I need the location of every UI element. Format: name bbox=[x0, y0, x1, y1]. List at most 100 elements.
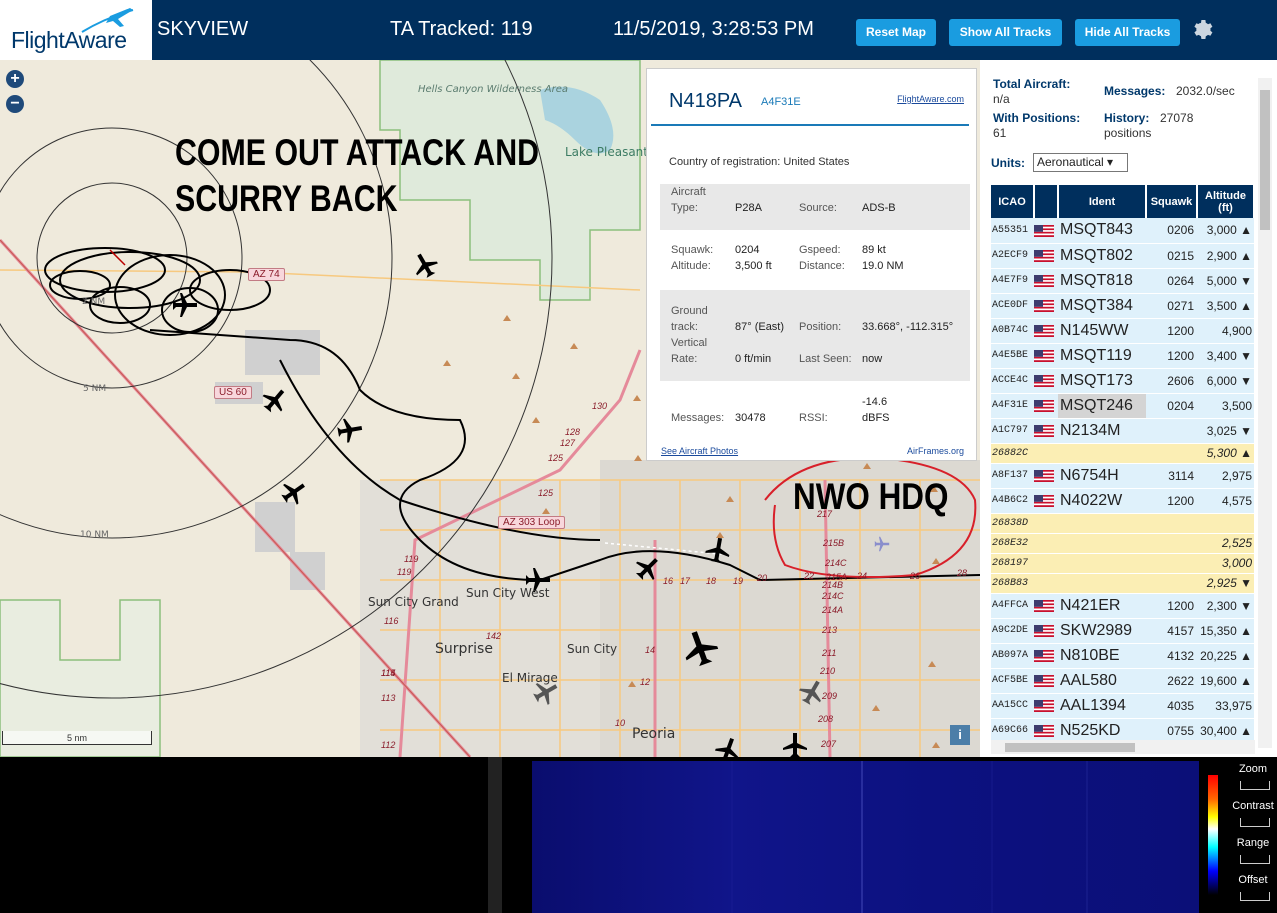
panel-divider[interactable] bbox=[488, 757, 502, 913]
rssi-label: RSSI: bbox=[799, 412, 828, 424]
scroll-thumb[interactable] bbox=[1005, 743, 1135, 752]
road-num: 28 bbox=[957, 568, 968, 578]
airframes-link[interactable]: AirFrames.org bbox=[907, 446, 964, 456]
header-bar: FlightAware SKYVIEW TA Tracked: 119 11/5… bbox=[0, 0, 1277, 60]
icao-cell: A0B74C bbox=[991, 318, 1034, 344]
squawk-cell bbox=[1146, 513, 1197, 534]
country-value: United States bbox=[783, 156, 850, 168]
column-header-icao[interactable]: ICAO bbox=[991, 185, 1035, 218]
flightaware-logo[interactable]: FlightAware bbox=[0, 0, 152, 60]
table-row[interactable]: A4E7F9 MSQT818 0264 5,000 ▼ bbox=[991, 268, 1254, 294]
ident-cell: N421ER bbox=[1058, 593, 1146, 619]
ring-label-10nm: 10 NM bbox=[80, 530, 109, 540]
waterfall-display[interactable] bbox=[532, 761, 1199, 913]
us-flag-icon bbox=[1034, 325, 1054, 338]
table-row[interactable]: A4B6C2 N4022W 1200 4,575 bbox=[991, 488, 1254, 514]
us-flag-icon bbox=[1034, 470, 1054, 483]
table-row[interactable]: ACCE4C MSQT173 2606 6,000 ▼ bbox=[991, 368, 1254, 394]
show-all-tracks-button[interactable]: Show All Tracks bbox=[949, 19, 1062, 46]
route-az303: AZ 303 Loop bbox=[498, 516, 566, 529]
table-row[interactable]: 26838D bbox=[991, 513, 1254, 534]
ground-track-value: 87° (East) bbox=[735, 321, 785, 333]
sidebar: Total Aircraft: n/a Messages: 2032.0/sec… bbox=[980, 60, 1277, 757]
logo-text: FlightAware bbox=[11, 27, 127, 53]
squawk-cell: 0264 bbox=[1146, 268, 1197, 294]
us-flag-icon bbox=[1034, 275, 1054, 288]
history-unit: positions bbox=[1104, 126, 1152, 140]
table-row[interactable]: ACF5BE AAL580 2622 19,600 ▲ bbox=[991, 668, 1254, 694]
zoom-slider[interactable] bbox=[1240, 781, 1270, 790]
ground-track-label-2: track: bbox=[671, 321, 698, 333]
table-row[interactable]: 268E32 2,525 bbox=[991, 533, 1254, 554]
table-row[interactable]: AA15CC AAL1394 4035 33,975 bbox=[991, 693, 1254, 719]
icao-cell: A4F31E bbox=[991, 393, 1034, 419]
flag-cell bbox=[1034, 593, 1058, 619]
column-header-altitude[interactable]: Altitude (ft) bbox=[1197, 185, 1255, 218]
icao-cell: A4B6C2 bbox=[991, 488, 1034, 514]
aircraft-photos-link[interactable]: See Aircraft Photos bbox=[661, 446, 738, 456]
table-row[interactable]: 268197 3,000 bbox=[991, 553, 1254, 574]
icao-cell: AA15CC bbox=[991, 693, 1034, 719]
table-row[interactable]: A9C2DE SKW2989 4157 15,350 ▲ bbox=[991, 618, 1254, 644]
map-label-lake-pleasant: Lake Pleasant Regional Park bbox=[565, 145, 733, 159]
table-row[interactable]: AB097A N810BE 4132 20,225 ▲ bbox=[991, 643, 1254, 669]
road-num: 116 bbox=[384, 616, 399, 626]
ident-cell bbox=[1058, 573, 1146, 594]
flag-cell bbox=[1034, 463, 1058, 489]
history-label: History: bbox=[1104, 111, 1150, 125]
column-header-flag[interactable] bbox=[1034, 185, 1059, 218]
altitude-cell: 2,300 ▼ bbox=[1197, 593, 1254, 619]
offset-slider[interactable] bbox=[1240, 892, 1270, 901]
us-flag-icon bbox=[1034, 250, 1054, 263]
table-row[interactable]: A8F137 N6754H 3114 2,975 bbox=[991, 463, 1254, 489]
vertical-scrollbar[interactable] bbox=[1258, 78, 1272, 748]
road-num: 16 bbox=[663, 576, 674, 586]
map-label-hells-canyon: Hells Canyon Wilderness Area bbox=[418, 84, 568, 95]
annotation-come-out-attack: COME OUT ATTACK AND SCURRY BACK bbox=[175, 130, 539, 222]
column-header-ident[interactable]: Ident bbox=[1058, 185, 1147, 218]
table-row[interactable]: A4F31E MSQT246 0204 3,500 bbox=[991, 393, 1254, 419]
squawk-cell: 1200 bbox=[1146, 488, 1197, 514]
aircraft-table-body: A55351 MSQT843 0206 3,000 ▲ A2ECF9 MSQT802 021… bbox=[991, 218, 1254, 744]
column-header-squawk[interactable]: Squawk bbox=[1146, 185, 1198, 218]
zoom-out-button[interactable]: − bbox=[6, 95, 24, 113]
flag-cell bbox=[1034, 243, 1058, 269]
squawk-cell bbox=[1146, 553, 1197, 574]
road-num: 113 bbox=[381, 693, 396, 703]
table-row[interactable]: 268B83 2,925 ▼ bbox=[991, 573, 1254, 594]
flag-cell bbox=[1034, 643, 1058, 669]
units-select[interactable]: Aeronautical ▾ bbox=[1033, 153, 1128, 172]
scroll-thumb[interactable] bbox=[1260, 90, 1270, 230]
table-row[interactable]: 26882C 5,300 ▲ bbox=[991, 443, 1254, 464]
squawk-cell: 4157 bbox=[1146, 618, 1197, 644]
table-row[interactable]: A55351 MSQT843 0206 3,000 ▲ bbox=[991, 218, 1254, 244]
range-slider[interactable] bbox=[1240, 855, 1270, 864]
flightaware-link[interactable]: FlightAware.com bbox=[897, 94, 964, 104]
reset-map-button[interactable]: Reset Map bbox=[856, 19, 936, 46]
table-row[interactable]: A1C797 N2134M 3,025 ▼ bbox=[991, 418, 1254, 444]
hide-all-tracks-button[interactable]: Hide All Tracks bbox=[1075, 19, 1180, 46]
road-num: 125 bbox=[548, 453, 564, 463]
table-row[interactable]: A4E5BE MSQT119 1200 3,400 ▼ bbox=[991, 343, 1254, 369]
ident-cell: MSQT173 bbox=[1058, 368, 1146, 394]
rssi-value: -14.6 bbox=[862, 396, 888, 408]
table-row[interactable]: A2ECF9 MSQT802 0215 2,900 ▲ bbox=[991, 243, 1254, 269]
flag-cell bbox=[1034, 418, 1058, 444]
map-info-button[interactable]: i bbox=[950, 725, 970, 745]
ident-cell: MSQT119 bbox=[1058, 343, 1146, 369]
table-row[interactable]: A0B74C N145WW 1200 4,900 bbox=[991, 318, 1254, 344]
zoom-in-button[interactable]: + bbox=[6, 70, 24, 88]
ident-cell bbox=[1058, 533, 1146, 554]
road-num: 214B bbox=[822, 580, 844, 590]
flag-cell bbox=[1034, 393, 1058, 419]
icao-cell: A8F137 bbox=[991, 463, 1034, 489]
total-aircraft-label: Total Aircraft: bbox=[993, 77, 1071, 91]
offset-control-label: Offset bbox=[1238, 874, 1268, 886]
gear-icon[interactable] bbox=[1191, 17, 1215, 41]
table-row[interactable]: ACE0DF MSQT384 0271 3,500 ▲ bbox=[991, 293, 1254, 319]
contrast-slider[interactable] bbox=[1240, 818, 1270, 827]
flag-cell bbox=[1034, 573, 1058, 594]
horizontal-scrollbar[interactable] bbox=[991, 740, 1255, 754]
altitude-cell: 20,225 ▲ bbox=[1197, 643, 1254, 669]
table-row[interactable]: A4FFCA N421ER 1200 2,300 ▼ bbox=[991, 593, 1254, 619]
